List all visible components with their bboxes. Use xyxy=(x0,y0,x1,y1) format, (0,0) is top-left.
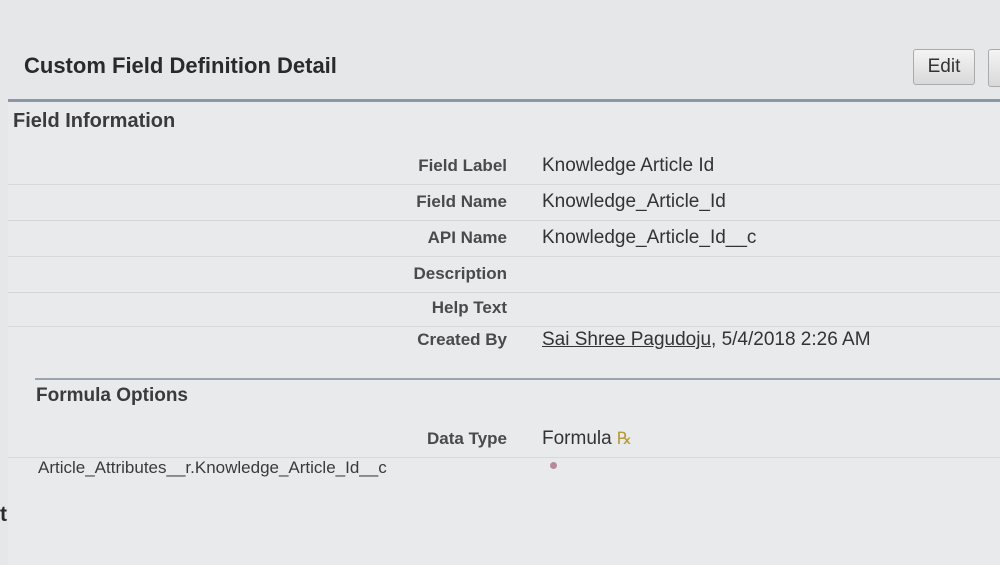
field-information-heading: Field Information xyxy=(13,110,176,132)
field-row-description: Description xyxy=(8,258,1000,293)
created-by-label: Created By xyxy=(417,330,507,349)
left-edge-fragment: t xyxy=(0,503,7,526)
data-type-value-text: Formula xyxy=(542,428,612,449)
field-row-field-name: Field Name Knowledge_Article_Id xyxy=(8,186,1000,221)
field-row-data-type: Data Type Formula ℞ xyxy=(8,423,1000,458)
created-by-date: , 5/4/2018 2:26 AM xyxy=(711,329,871,350)
edit-button[interactable]: Edit xyxy=(913,49,975,85)
data-type-value: Formula ℞ xyxy=(542,428,632,450)
help-text-label: Help Text xyxy=(431,298,507,317)
detail-panel: Field Information Field Label Knowledge … xyxy=(8,99,1000,565)
data-type-label: Data Type xyxy=(427,429,507,448)
formula-marker xyxy=(550,462,557,469)
field-row-help-text: Help Text xyxy=(8,292,1000,327)
next-button-edge[interactable] xyxy=(988,49,1000,87)
formula-options-heading: Formula Options xyxy=(36,385,188,406)
page-title: Custom Field Definition Detail xyxy=(24,53,337,78)
api-name-value: Knowledge_Article_Id__c xyxy=(542,227,757,248)
field-name-value: Knowledge_Article_Id xyxy=(542,191,726,212)
field-row-field-label: Field Label Knowledge Article Id xyxy=(8,150,1000,185)
help-icon[interactable]: ℞ xyxy=(617,429,632,449)
created-by-value: Sai Shree Pagudoju, 5/4/2018 2:26 AM xyxy=(542,329,871,351)
created-by-user-link[interactable]: Sai Shree Pagudoju xyxy=(542,329,711,350)
field-row-created-by: Created By Sai Shree Pagudoju, 5/4/2018 … xyxy=(8,324,1000,358)
api-name-label: API Name xyxy=(427,228,507,247)
field-label-value: Knowledge Article Id xyxy=(542,155,715,176)
formula-options-divider xyxy=(35,378,1000,380)
field-label-label: Field Label xyxy=(418,156,507,175)
formula-field-name: Article_Attributes__r.Knowledge_Article_… xyxy=(38,458,387,477)
field-row-api-name: API Name Knowledge_Article_Id__c xyxy=(8,222,1000,257)
description-label: Description xyxy=(413,264,507,283)
field-name-label: Field Name xyxy=(416,192,507,211)
